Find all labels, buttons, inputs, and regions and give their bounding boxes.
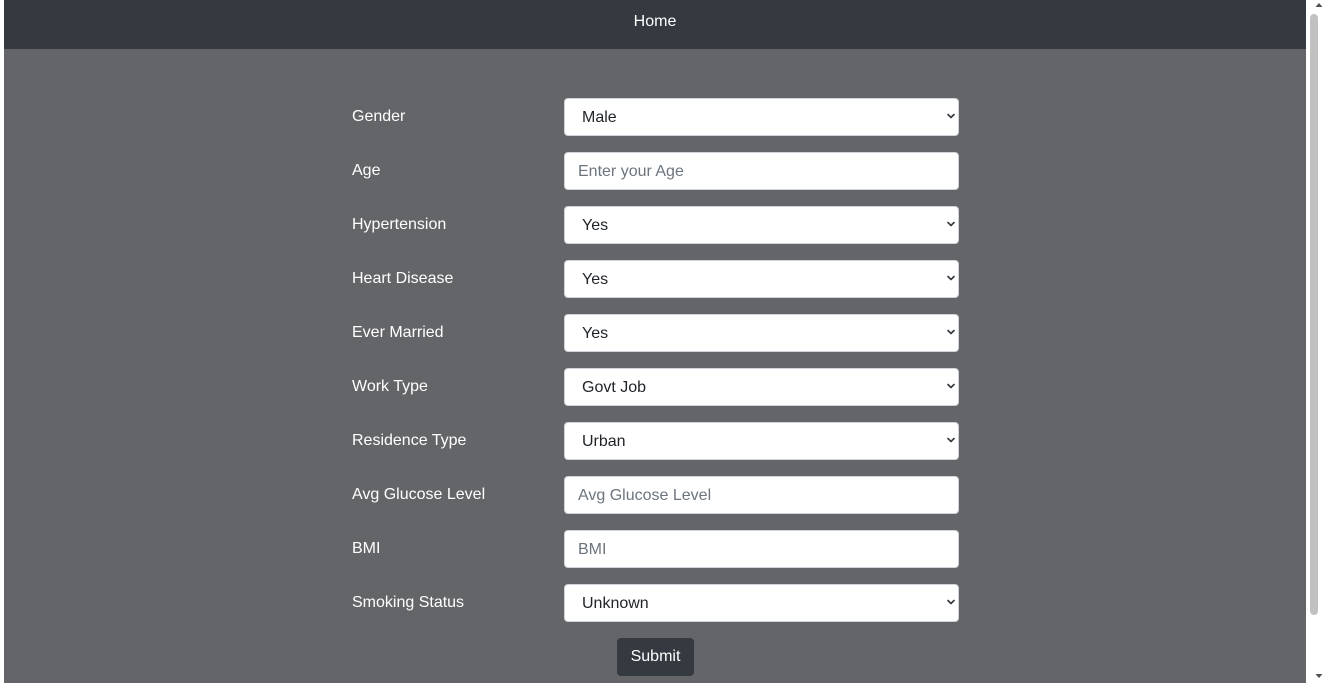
glucose-input-placeholder: Avg Glucose Level bbox=[578, 487, 712, 504]
residence-type-select-value: Urban bbox=[582, 433, 626, 450]
age-row: Age Enter your Age bbox=[352, 152, 959, 190]
age-label: Age bbox=[352, 162, 381, 179]
chevron-down-icon bbox=[947, 437, 955, 443]
chevron-down-icon bbox=[947, 599, 955, 605]
vertical-scrollbar[interactable] bbox=[1306, 0, 1331, 683]
gender-row: Gender Male bbox=[352, 98, 959, 136]
nav-home-link[interactable]: Home bbox=[4, 13, 1306, 31]
smoking-status-label: Smoking Status bbox=[352, 594, 465, 611]
glucose-label: Avg Glucose Level bbox=[352, 486, 486, 503]
heart-disease-select-value: Yes bbox=[582, 271, 609, 288]
age-input-placeholder: Enter your Age bbox=[578, 163, 684, 180]
hypertension-select-value: Yes bbox=[582, 217, 609, 234]
ever-married-label: Ever Married bbox=[352, 324, 444, 341]
ever-married-row: Ever Married Yes bbox=[352, 314, 959, 352]
bmi-input-placeholder: BMI bbox=[578, 541, 607, 558]
gender-select[interactable]: Male bbox=[564, 98, 959, 136]
work-type-label: Work Type bbox=[352, 378, 428, 395]
ever-married-select[interactable]: Yes bbox=[564, 314, 959, 352]
gender-label: Gender bbox=[352, 108, 406, 125]
smoking-status-select[interactable]: Unknown bbox=[564, 584, 959, 622]
app-container: Home Gender Male Age Enter your Age Hype… bbox=[4, 0, 1306, 683]
work-type-select-value: Govt Job bbox=[582, 379, 647, 396]
submit-button[interactable]: Submit bbox=[617, 638, 694, 676]
residence-type-select[interactable]: Urban bbox=[564, 422, 959, 460]
navbar: Home bbox=[4, 0, 1306, 49]
hypertension-label: Hypertension bbox=[352, 216, 447, 233]
heart-disease-label: Heart Disease bbox=[352, 270, 454, 287]
chevron-down-icon bbox=[947, 113, 955, 119]
chevron-down-icon bbox=[947, 329, 955, 335]
chevron-down-icon bbox=[947, 275, 955, 281]
scroll-up-arrow-icon[interactable] bbox=[1314, 0, 1324, 10]
bmi-input[interactable]: BMI bbox=[564, 530, 959, 568]
glucose-input[interactable]: Avg Glucose Level bbox=[564, 476, 959, 514]
heart-disease-row: Heart Disease Yes bbox=[352, 260, 959, 298]
residence-type-label: Residence Type bbox=[352, 432, 467, 449]
ever-married-select-value: Yes bbox=[582, 325, 609, 342]
age-input[interactable]: Enter your Age bbox=[564, 152, 959, 190]
hypertension-select[interactable]: Yes bbox=[564, 206, 959, 244]
chevron-down-icon bbox=[947, 383, 955, 389]
smoking-status-row: Smoking Status Unknown bbox=[352, 584, 959, 622]
gender-select-value: Male bbox=[582, 109, 617, 126]
work-type-select[interactable]: Govt Job bbox=[564, 368, 959, 406]
bmi-label: BMI bbox=[352, 540, 381, 557]
work-type-row: Work Type Govt Job bbox=[352, 368, 959, 406]
residence-type-row: Residence Type Urban bbox=[352, 422, 959, 460]
scroll-down-arrow-icon[interactable] bbox=[1314, 671, 1324, 681]
hypertension-row: Hypertension Yes bbox=[352, 206, 959, 244]
scrollbar-thumb[interactable] bbox=[1310, 14, 1318, 615]
bmi-row: BMI BMI bbox=[352, 530, 959, 568]
chevron-down-icon bbox=[947, 221, 955, 227]
glucose-row: Avg Glucose Level Avg Glucose Level bbox=[352, 476, 959, 514]
heart-disease-select[interactable]: Yes bbox=[564, 260, 959, 298]
smoking-status-select-value: Unknown bbox=[582, 595, 649, 612]
